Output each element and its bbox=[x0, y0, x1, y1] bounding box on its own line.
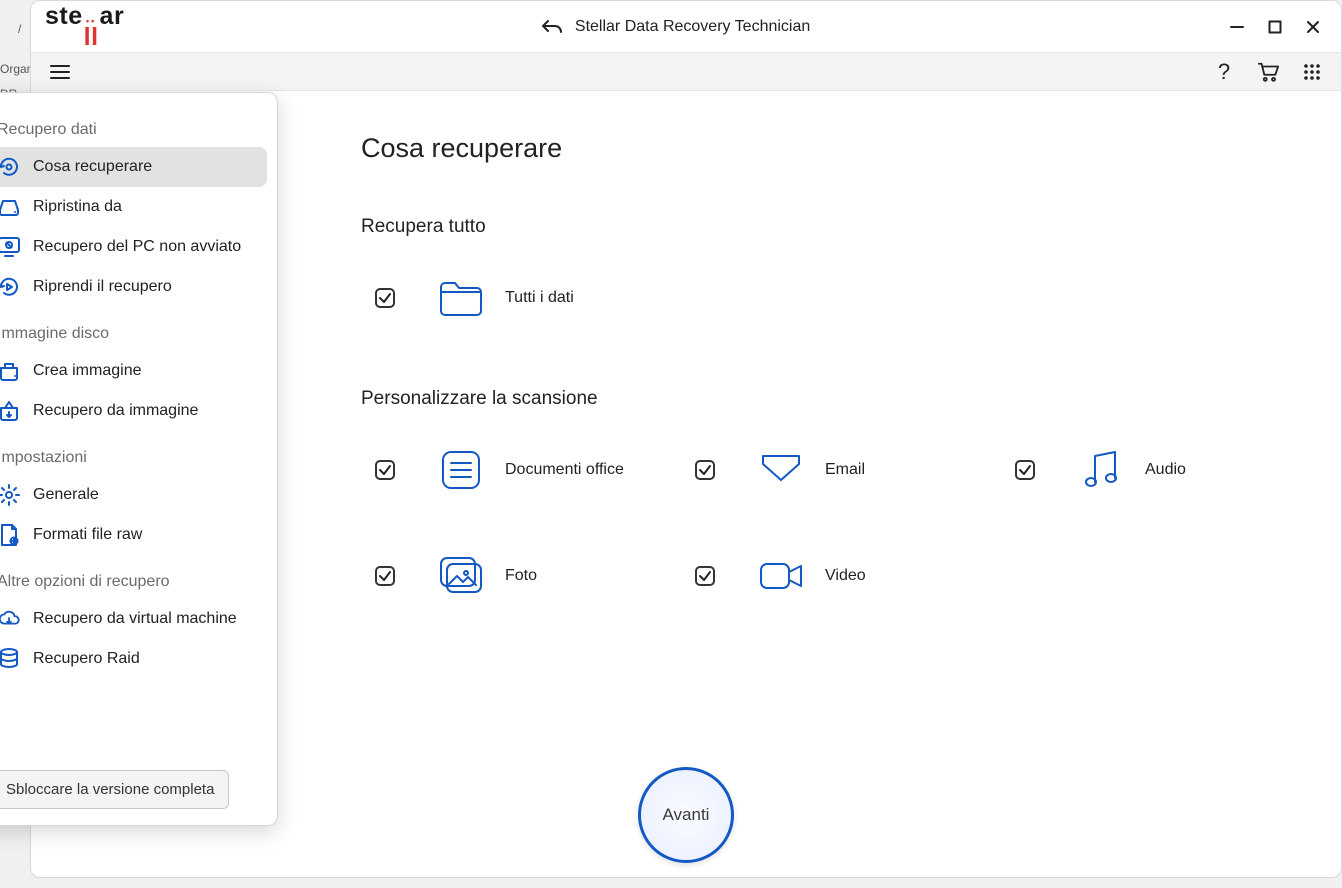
sidebar-item-label: Recupero da virtual machine bbox=[33, 610, 237, 628]
option-label: Audio bbox=[1145, 461, 1186, 479]
sidebar-item-label: Formati file raw bbox=[33, 526, 142, 544]
sidebar-item-label: Crea immagine bbox=[33, 362, 141, 380]
sidebar-item-label: Ripristina da bbox=[33, 198, 122, 216]
checkbox-email[interactable] bbox=[695, 460, 715, 480]
titlebar: ste••llar Stellar Data Recovery Technici… bbox=[31, 1, 1341, 53]
window-title: Stellar Data Recovery Technician bbox=[575, 18, 810, 36]
option-video[interactable]: Video bbox=[681, 546, 1001, 606]
close-button[interactable] bbox=[1303, 17, 1323, 37]
sidebar-menu: Recupero dati Cosa recuperare Ripristina… bbox=[0, 92, 278, 826]
disk-image-recover-icon bbox=[0, 399, 21, 423]
checkbox-all-data[interactable] bbox=[375, 288, 395, 308]
sidebar-item-general-settings[interactable]: Generale bbox=[0, 475, 267, 515]
window-title-area: Stellar Data Recovery Technician bbox=[124, 18, 1227, 36]
sidebar-item-label: Riprendi il recupero bbox=[33, 278, 172, 296]
folder-icon bbox=[437, 274, 485, 322]
undo-icon[interactable] bbox=[541, 18, 563, 36]
document-icon bbox=[437, 446, 485, 494]
audio-icon bbox=[1077, 446, 1125, 494]
sidebar-item-label: Recupero del PC non avviato bbox=[33, 238, 241, 256]
apps-grid-button[interactable] bbox=[1301, 61, 1323, 83]
option-email[interactable]: Email bbox=[681, 440, 1001, 500]
sidebar-item-recover-from-image[interactable]: Recupero da immagine bbox=[0, 391, 267, 431]
option-all-data[interactable]: Tutti i dati bbox=[361, 268, 1341, 328]
sidebar-item-create-image[interactable]: Crea immagine bbox=[0, 351, 267, 391]
next-button[interactable]: Avanti bbox=[638, 767, 734, 863]
option-documents[interactable]: Documenti office bbox=[361, 440, 681, 500]
file-raw-icon bbox=[0, 523, 21, 547]
sidebar-item-label: Generale bbox=[33, 486, 99, 504]
checkbox-documents[interactable] bbox=[375, 460, 395, 480]
sidebar-item-unbootable-pc[interactable]: Recupero del PC non avviato bbox=[0, 227, 267, 267]
option-label: Documenti office bbox=[505, 461, 624, 479]
sidebar-section-header: Recupero dati bbox=[0, 115, 267, 147]
minimize-button[interactable] bbox=[1227, 17, 1247, 37]
app-logo: ste••llar bbox=[45, 2, 124, 52]
section-recover-all: Recupera tutto bbox=[361, 216, 1341, 238]
sidebar-section-header: Immagine disco bbox=[0, 319, 267, 351]
menu-button[interactable] bbox=[49, 61, 71, 83]
option-audio[interactable]: Audio bbox=[1001, 440, 1321, 500]
checkbox-photo[interactable] bbox=[375, 566, 395, 586]
option-label: Email bbox=[825, 461, 865, 479]
page-title: Cosa recuperare bbox=[361, 133, 1341, 164]
window-controls bbox=[1227, 17, 1327, 37]
sidebar-item-recover-from[interactable]: Ripristina da bbox=[0, 187, 267, 227]
sidebar-item-what-to-recover[interactable]: Cosa recuperare bbox=[0, 147, 267, 187]
sidebar-item-vm-recovery[interactable]: Recupero da virtual machine bbox=[0, 599, 267, 639]
sidebar-item-raid-recovery[interactable]: Recupero Raid bbox=[0, 639, 267, 679]
option-label: Foto bbox=[505, 567, 537, 585]
sidebar-item-resume-recovery[interactable]: Riprendi il recupero bbox=[0, 267, 267, 307]
option-photo[interactable]: Foto bbox=[361, 546, 681, 606]
email-icon bbox=[757, 446, 805, 494]
cart-button[interactable] bbox=[1257, 61, 1279, 83]
maximize-button[interactable] bbox=[1265, 17, 1285, 37]
photo-icon bbox=[437, 552, 485, 600]
sidebar-item-label: Cosa recuperare bbox=[33, 158, 152, 176]
toolbar: ? bbox=[31, 53, 1341, 91]
recover-icon bbox=[0, 155, 21, 179]
unlock-full-version-button[interactable]: Sbloccare la versione completa bbox=[0, 770, 229, 809]
drive-icon bbox=[0, 195, 21, 219]
option-label: Video bbox=[825, 567, 866, 585]
sidebar-item-label: Recupero Raid bbox=[33, 650, 140, 668]
sidebar-section-header: Impostazioni bbox=[0, 443, 267, 475]
gear-icon bbox=[0, 483, 21, 507]
sidebar-section-header: Altre opzioni di recupero bbox=[0, 567, 267, 599]
monitor-crash-icon bbox=[0, 235, 21, 259]
sidebar-item-raw-file-formats[interactable]: Formati file raw bbox=[0, 515, 267, 555]
cloud-vm-icon bbox=[0, 607, 21, 631]
option-label: Tutti i dati bbox=[505, 289, 574, 307]
sidebar-item-label: Recupero da immagine bbox=[33, 402, 198, 420]
raid-icon bbox=[0, 647, 21, 671]
video-icon bbox=[757, 552, 805, 600]
help-button[interactable]: ? bbox=[1213, 61, 1235, 83]
checkbox-audio[interactable] bbox=[1015, 460, 1035, 480]
section-customize-scan: Personalizzare la scansione bbox=[361, 388, 1341, 410]
resume-icon bbox=[0, 275, 21, 299]
checkbox-video[interactable] bbox=[695, 566, 715, 586]
disk-image-icon bbox=[0, 359, 21, 383]
